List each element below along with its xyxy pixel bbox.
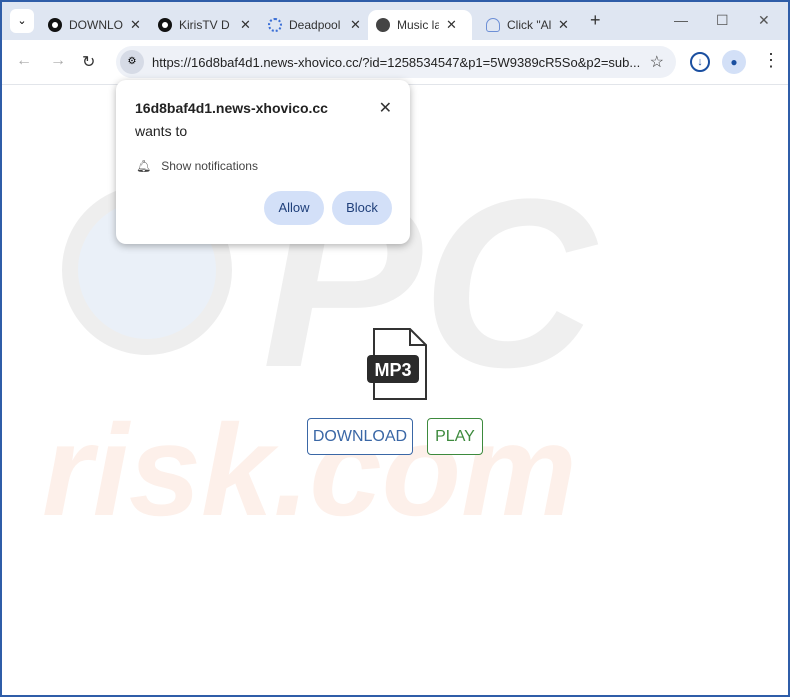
download-button[interactable]: DOWNLOAD [307, 418, 413, 455]
play-button[interactable]: PLAY [427, 418, 483, 455]
bookmark-star-icon[interactable]: ☆ [650, 52, 664, 72]
tab-deadpool[interactable]: Deadpool ✕ [260, 10, 369, 40]
popup-wants-to: wants to [135, 123, 188, 139]
profile-avatar-icon[interactable]: ● [722, 50, 746, 74]
back-button[interactable]: ← [16, 52, 32, 70]
mp3-label: MP3 [374, 360, 411, 380]
reload-button[interactable]: ↻ [82, 52, 95, 72]
url-text[interactable]: https://16d8baf4d1.news-xhovico.cc/?id=1… [152, 55, 642, 70]
browser-window: ⌄ DOWNLOAD✕ KirisTV D✕ Deadpool✕ Music l… [2, 2, 788, 695]
tab-music-lab[interactable]: Music lab✕ [368, 10, 472, 40]
popup-close-icon[interactable]: ✕ [379, 98, 392, 118]
close-tab-icon[interactable]: ✕ [130, 17, 141, 33]
close-tab-icon[interactable]: ✕ [558, 17, 569, 33]
permission-text: Show notifications [161, 159, 258, 173]
popup-site: 16d8baf4d1.news-xhovico.cc [135, 100, 328, 116]
toolbar: ← → ↻ ⚙ https://16d8baf4d1.news-xhovico.… [2, 40, 788, 84]
tab-bar: ⌄ DOWNLOAD✕ KirisTV D✕ Deadpool✕ Music l… [2, 2, 788, 40]
globe-icon [376, 18, 390, 32]
forward-button[interactable]: → [50, 52, 66, 70]
tab-click-allow[interactable]: Click "Allow"✕ [478, 10, 577, 40]
notification-permission-popup: 16d8baf4d1.news-xhovico.cc wants to ✕ 🔔︎… [116, 80, 410, 244]
maximize-button[interactable]: ☐ [716, 12, 729, 29]
tab-download[interactable]: DOWNLOAD✕ [40, 10, 149, 40]
tab-search-button[interactable]: ⌄ [10, 9, 34, 33]
bell-icon: 🔔︎ [136, 159, 152, 173]
tab-favicon-icon [48, 18, 62, 32]
loading-spinner-icon [268, 18, 282, 32]
close-tab-icon[interactable]: ✕ [446, 17, 457, 33]
close-tab-icon[interactable]: ✕ [350, 17, 361, 33]
notification-bell-icon [486, 18, 500, 32]
allow-button[interactable]: Allow [264, 191, 324, 225]
tab-kiristv[interactable]: KirisTV D ✕ [150, 10, 259, 40]
address-bar[interactable]: ⚙ https://16d8baf4d1.news-xhovico.cc/?id… [116, 46, 676, 78]
close-tab-icon[interactable]: ✕ [240, 17, 251, 33]
tab-favicon-icon [158, 18, 172, 32]
block-button[interactable]: Block [332, 191, 392, 225]
menu-kebab-icon[interactable]: ⋮ [762, 50, 780, 71]
site-settings-icon[interactable]: ⚙ [120, 50, 144, 74]
download-icon[interactable]: ↓ [690, 52, 710, 72]
mp3-file-icon: MP3 [367, 328, 427, 400]
new-tab-button[interactable]: + [590, 10, 601, 31]
minimize-button[interactable]: — [674, 12, 688, 28]
close-window-button[interactable]: ✕ [758, 12, 770, 29]
